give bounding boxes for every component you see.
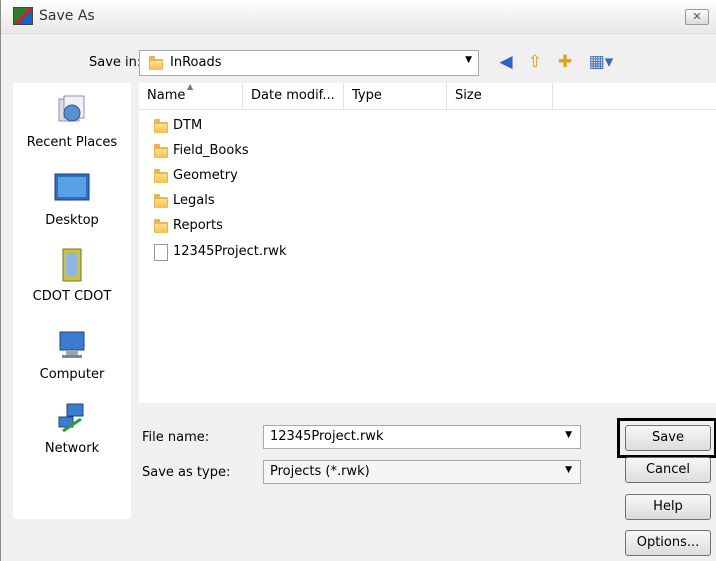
close-button[interactable]: ✕	[685, 9, 709, 25]
new-folder-icon[interactable]: ✚	[554, 51, 576, 73]
user-folder-icon	[62, 248, 82, 282]
folder-icon	[154, 144, 168, 158]
save-as-type-value: Projects (*.rwk)	[270, 464, 370, 479]
save-in-label: Save in:	[89, 55, 142, 70]
sort-ascending-icon: ▲	[187, 82, 194, 91]
file-name: DTM	[173, 118, 203, 133]
file-name-value: 12345Project.rwk	[270, 429, 384, 444]
place-label-computer: Computer	[39, 367, 105, 382]
chevron-down-icon: ▼	[465, 55, 472, 65]
save-as-type-label: Save as type:	[142, 465, 231, 480]
place-recent[interactable]: Recent Places	[13, 93, 131, 150]
file-name-input[interactable]: 12345Project.rwk ▼	[263, 425, 581, 449]
network-icon	[58, 403, 84, 433]
column-header-date[interactable]: Date modif...	[243, 83, 344, 109]
chevron-down-icon[interactable]: ▼	[565, 430, 572, 440]
save-in-dropdown[interactable]: InRoads ▼	[139, 50, 479, 76]
place-computer[interactable]: Computer	[13, 327, 131, 382]
document-icon	[154, 244, 168, 261]
column-header-size[interactable]: Size	[447, 83, 553, 109]
save-as-type-select[interactable]: Projects (*.rwk) ▼	[263, 460, 581, 484]
up-folder-icon[interactable]: ⇧	[524, 51, 546, 73]
views-menu-icon[interactable]: ▦▾	[583, 51, 619, 73]
place-label-recent: Recent Places	[26, 135, 118, 150]
places-bar: Recent Places Desktop CDOT CDOT Computer	[13, 83, 131, 519]
file-name-label: File name:	[142, 430, 210, 445]
folder-icon	[154, 169, 168, 183]
file-name: Geometry	[173, 168, 238, 183]
cancel-button[interactable]: Cancel	[625, 457, 711, 483]
save-button[interactable]: Save	[625, 425, 711, 451]
desktop-icon	[54, 173, 90, 201]
folder-icon	[154, 119, 168, 133]
column-header-name[interactable]: Name ▲	[139, 82, 243, 109]
place-desktop[interactable]: Desktop	[13, 171, 131, 228]
place-label-network: Network	[44, 441, 100, 456]
computer-icon	[59, 331, 85, 358]
help-button[interactable]: Help	[625, 494, 711, 520]
window-title: Save As	[39, 8, 95, 24]
folder-icon	[154, 194, 168, 208]
back-icon[interactable]: ◀	[495, 51, 517, 73]
place-network[interactable]: Network	[13, 401, 131, 456]
file-name: Reports	[173, 218, 223, 233]
file-name: Legals	[173, 193, 215, 208]
column-header-row: Name ▲ Date modif... Type Size	[139, 82, 716, 110]
column-header-type[interactable]: Type	[344, 83, 447, 109]
recent-places-icon	[58, 95, 85, 122]
folder-icon	[154, 219, 168, 233]
place-user-folder[interactable]: CDOT CDOT	[13, 245, 131, 304]
save-as-dialog: Save As ✕ Save in: InRoads ▼ ◀ ⇧ ✚ ▦▾ Re…	[0, 0, 716, 561]
file-list[interactable]: Name ▲ Date modif... Type Size DTM Field…	[139, 82, 716, 403]
folder-icon	[149, 56, 163, 70]
file-name: 12345Project.rwk	[173, 244, 287, 259]
place-label-desktop: Desktop	[45, 213, 99, 228]
inroads-app-icon	[13, 7, 33, 25]
options-button[interactable]: Options...	[625, 530, 711, 556]
place-label-user-folder: CDOT CDOT	[32, 289, 112, 304]
column-header-name-label: Name	[147, 88, 186, 103]
title-bar[interactable]: Save As ✕	[1, 0, 716, 34]
save-in-value: InRoads	[170, 55, 222, 70]
file-name: Field_Books	[173, 143, 249, 158]
chevron-down-icon: ▼	[565, 465, 572, 475]
